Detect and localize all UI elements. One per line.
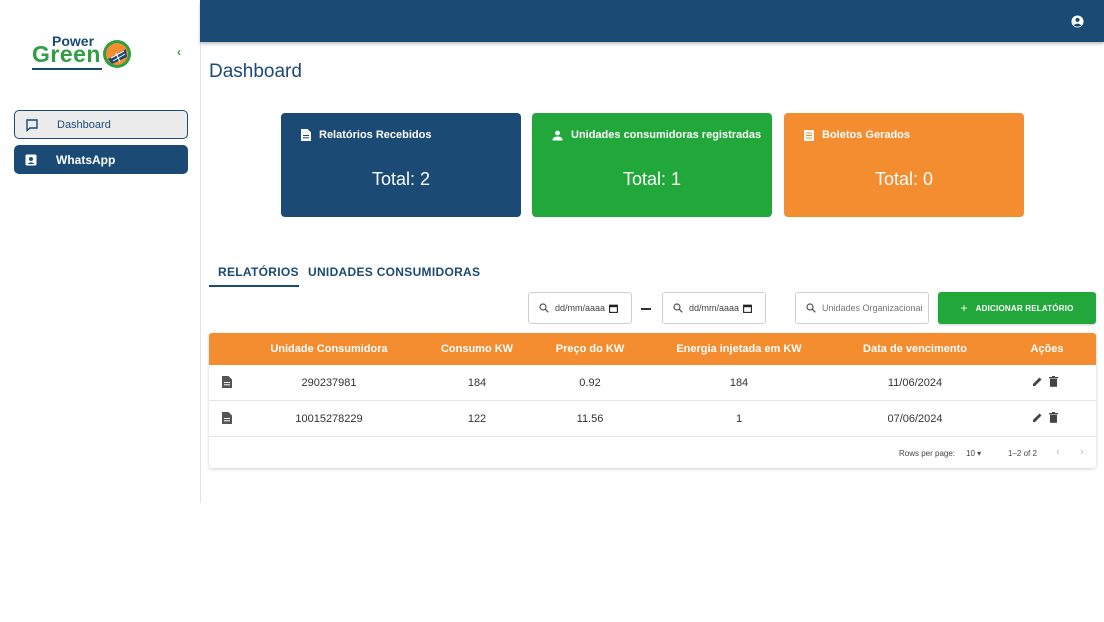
- logo-underline: [32, 68, 102, 70]
- column-header[interactable]: Unidade Consumidora: [270, 343, 387, 355]
- date-end-placeholder: dd/mm/aaaa: [689, 303, 740, 313]
- card-title-row: Boletos Gerados: [804, 129, 910, 141]
- sidebar-item-dashboard[interactable]: Dashboard: [14, 110, 188, 139]
- tab-unidades-consumidoras[interactable]: UNIDADES CONSUMIDORAS: [308, 265, 480, 279]
- tab-relatorios[interactable]: RELATÓRIOS: [218, 265, 299, 279]
- card-title: Unidades consumidoras registradas: [571, 129, 762, 141]
- column-header[interactable]: Data de vencimento: [863, 343, 967, 355]
- page-title: Dashboard: [209, 61, 302, 82]
- calendar-icon[interactable]: [609, 304, 618, 313]
- logo-text-green: Green: [32, 41, 101, 67]
- row-actions: [1032, 412, 1058, 423]
- rows-per-page-value: 10: [966, 449, 975, 458]
- document-icon[interactable]: [222, 412, 232, 424]
- card-title-row: Relatórios Recebidos: [301, 129, 431, 141]
- card-unidades-consumidoras: Unidades consumidoras registradas Total:…: [532, 113, 772, 217]
- cell-preco: 11.56: [576, 413, 604, 425]
- add-relatorio-button[interactable]: + ADICIONAR RELATÓRIO: [938, 292, 1096, 324]
- chat-bubble-icon: [26, 118, 38, 132]
- cell-vencimento: 11/06/2024: [887, 377, 943, 389]
- cell-unidade: 290237981: [301, 377, 357, 389]
- sidebar: Power Green ‹ Dashboard WhatsApp: [0, 0, 201, 503]
- add-relatorio-label: ADICIONAR RELATÓRIO: [975, 303, 1074, 313]
- column-header: Ações: [1030, 343, 1064, 355]
- delete-icon[interactable]: [1049, 412, 1058, 423]
- relatorios-table: Unidade Consumidora Consumo KW Preço do …: [209, 333, 1096, 468]
- delete-icon[interactable]: [1049, 376, 1058, 387]
- solar-bulb-icon: [103, 40, 131, 68]
- caret-down-icon: ▾: [977, 449, 982, 458]
- card-title-row: Unidades consumidoras registradas: [552, 129, 761, 141]
- date-start-placeholder: dd/mm/aaaa: [555, 303, 606, 313]
- sidebar-item-label: Dashboard: [57, 118, 111, 131]
- table-row[interactable]: 290237981 184 0.92 184 11/06/2024: [209, 365, 1096, 401]
- sidebar-item-whatsapp[interactable]: WhatsApp: [14, 145, 188, 174]
- document-icon: [301, 129, 311, 141]
- date-end-input[interactable]: dd/mm/aaaa: [662, 292, 766, 324]
- rows-per-page-select[interactable]: 10 ▾: [966, 449, 981, 458]
- table-row[interactable]: 10015278229 122 11.56 1 07/06/2024: [209, 401, 1096, 437]
- cell-consumo: 122: [467, 413, 487, 425]
- search-icon: [539, 303, 549, 313]
- column-header[interactable]: Preço do KW: [556, 343, 624, 355]
- card-total: Total: 2: [371, 169, 431, 189]
- calendar-icon[interactable]: [743, 304, 752, 313]
- card-title: Boletos Gerados: [822, 129, 911, 141]
- cell-consumo: 184: [467, 377, 487, 389]
- card-title: Relatórios Recebidos: [319, 129, 432, 141]
- previous-page-icon[interactable]: ‹: [1056, 446, 1060, 458]
- cell-unidade: 10015278229: [295, 413, 363, 425]
- account-circle-icon[interactable]: [1071, 15, 1084, 28]
- power-green-logo: Power Green: [32, 33, 136, 73]
- card-boletos-gerados: Boletos Gerados Total: 0: [784, 113, 1024, 217]
- column-header[interactable]: Energia injetada em KW: [676, 343, 801, 355]
- date-start-input[interactable]: dd/mm/aaaa: [528, 292, 632, 324]
- sidebar-item-label: WhatsApp: [56, 152, 116, 167]
- edit-icon[interactable]: [1032, 412, 1043, 423]
- card-total: Total: 1: [622, 169, 682, 189]
- date-range-separator: [641, 308, 651, 310]
- column-header[interactable]: Consumo KW: [441, 343, 513, 355]
- pagination-range: 1–2 of 2: [1008, 449, 1037, 458]
- search-icon: [806, 303, 816, 313]
- cell-energia: 184: [729, 377, 749, 389]
- unidades-search-field[interactable]: [795, 292, 929, 324]
- card-relatorios-recebidos: Relatórios Recebidos Total: 2: [281, 113, 521, 217]
- contact-card-icon: [25, 154, 37, 165]
- unidades-search-input[interactable]: [822, 303, 922, 313]
- edit-icon[interactable]: [1032, 376, 1043, 387]
- top-app-bar: [200, 0, 1104, 42]
- cell-preco: 0.92: [579, 377, 601, 389]
- person-icon: [552, 130, 563, 140]
- table-pagination: Rows per page: 10 ▾ 1–2 of 2 ‹ ›: [209, 437, 1096, 468]
- list-icon: [804, 129, 814, 141]
- search-icon: [673, 303, 683, 313]
- row-actions: [1032, 376, 1058, 387]
- table-header: Unidade Consumidora Consumo KW Preço do …: [209, 333, 1096, 365]
- card-total: Total: 0: [874, 169, 934, 189]
- rows-per-page-label: Rows per page:: [899, 449, 956, 458]
- document-icon[interactable]: [222, 376, 232, 388]
- cell-energia: 1: [735, 413, 743, 425]
- cell-vencimento: 07/06/2024: [887, 413, 943, 425]
- plus-icon: +: [960, 301, 968, 315]
- collapse-sidebar-button[interactable]: ‹: [177, 45, 181, 59]
- active-tab-indicator: [209, 285, 299, 287]
- next-page-icon[interactable]: ›: [1080, 446, 1084, 458]
